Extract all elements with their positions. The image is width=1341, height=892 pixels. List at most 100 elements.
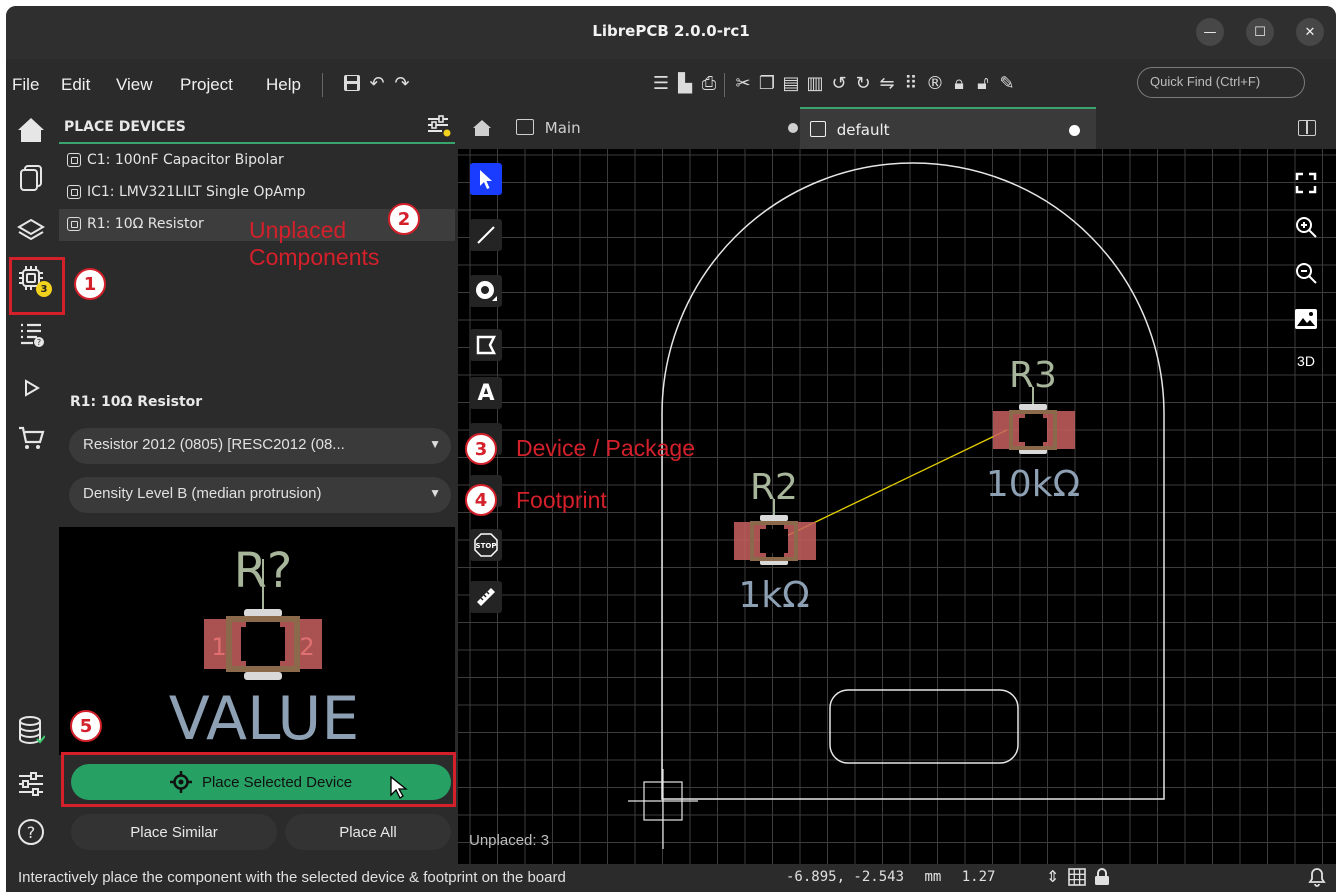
- rotate-ccw-icon[interactable]: ↺: [828, 73, 850, 95]
- editor-tab-bar: Main default: [458, 107, 1336, 149]
- cart-icon[interactable]: [14, 421, 48, 455]
- rule-check-list-icon[interactable]: ?: [14, 317, 48, 351]
- place-all-button[interactable]: Place All: [285, 814, 451, 850]
- annotation-text-3: Device / Package: [516, 435, 695, 461]
- export-image-icon[interactable]: [1292, 305, 1320, 333]
- add-via-tool[interactable]: [470, 275, 502, 307]
- settings-sliders-icon[interactable]: ☰: [650, 73, 672, 95]
- coordinate-values: -6.895, -2.543: [786, 869, 905, 885]
- close-button[interactable]: ✕: [1296, 18, 1324, 46]
- minimize-button[interactable]: —: [1196, 18, 1224, 46]
- add-text-tool[interactable]: A: [470, 377, 502, 409]
- lock-icon[interactable]: 🔒︎: [948, 73, 970, 95]
- select-tool[interactable]: [470, 163, 502, 195]
- r3-footprint: R3 10kΩ: [986, 355, 1080, 505]
- copy-icon[interactable]: ❐: [756, 73, 778, 95]
- reset-texts-icon[interactable]: ®: [924, 73, 946, 95]
- board-cutout: [829, 689, 1019, 764]
- zoom-out-icon[interactable]: [1292, 259, 1320, 287]
- grid-toggle-icon[interactable]: [1068, 868, 1086, 886]
- tab-main[interactable]: Main: [506, 107, 798, 149]
- r3-value: 10kΩ: [986, 464, 1080, 505]
- annotation-marker-4: 4: [465, 484, 497, 516]
- home-icon[interactable]: [14, 113, 48, 147]
- unlock-icon[interactable]: 🔓︎: [972, 73, 994, 95]
- place-all-label: Place All: [339, 823, 397, 841]
- edit-properties-icon[interactable]: ✎: [996, 73, 1018, 95]
- menu-edit[interactable]: Edit: [61, 75, 90, 95]
- sheets-icon[interactable]: [14, 161, 48, 195]
- delete-icon[interactable]: ▥: [804, 73, 826, 95]
- annotation-text-4: Footprint: [516, 487, 607, 513]
- menu-project[interactable]: Project: [180, 75, 233, 95]
- layers-icon[interactable]: [14, 213, 48, 247]
- device-package-select[interactable]: Resistor 2012 (0805) [RESC2012 (08... ▼: [69, 428, 451, 464]
- annotation-text-2: Unplaced Components: [249, 217, 380, 270]
- redo-icon[interactable]: ↷: [391, 73, 413, 95]
- annotation-box-1: [9, 257, 65, 315]
- tab-default[interactable]: default: [800, 107, 1096, 149]
- home-icon[interactable]: [472, 119, 492, 137]
- r2-footprint: R2 1kΩ: [734, 467, 816, 616]
- place-similar-label: Place Similar: [130, 823, 218, 841]
- maximize-button[interactable]: ☐: [1246, 18, 1274, 46]
- status-bar: Interactively place the component with t…: [6, 864, 1336, 892]
- svg-text:?: ?: [27, 823, 36, 842]
- cut-icon[interactable]: ✂: [732, 73, 754, 95]
- library-database-icon[interactable]: [14, 713, 48, 747]
- measure-ruler-icon[interactable]: [470, 581, 502, 613]
- coordinate-unit: mm: [924, 869, 942, 885]
- undo-icon[interactable]: ↶: [366, 73, 388, 95]
- app-window: LibrePCB 2.0.0-rc1 — ☐ ✕ File Edit View …: [6, 6, 1336, 892]
- footprint-select[interactable]: Density Level B (median protrusion) ▼: [69, 477, 451, 513]
- rotate-cw-icon[interactable]: ↻: [852, 73, 874, 95]
- run-play-icon[interactable]: [14, 371, 48, 405]
- toolbar-separator: [322, 73, 323, 97]
- fullscreen-icon[interactable]: [1292, 169, 1320, 197]
- view-3d-button[interactable]: 3D: [1292, 347, 1320, 375]
- component-icon: [67, 217, 81, 231]
- unplaced-counter: Unplaced: 3: [469, 832, 550, 849]
- help-icon[interactable]: ?: [14, 815, 48, 849]
- component-icon: [67, 185, 81, 199]
- list-item[interactable]: C1: 100nF Capacitor Bipolar: [59, 145, 455, 177]
- snap-to-grid-icon[interactable]: ⠿: [900, 73, 922, 95]
- component-label: C1: 100nF Capacitor Bipolar: [87, 152, 284, 168]
- annotation-box-5: [61, 752, 456, 807]
- selected-component-title: R1: 10Ω Resistor: [70, 394, 203, 410]
- panel-accent-line: [59, 142, 455, 144]
- component-icon: [67, 153, 81, 167]
- draw-trace-tool[interactable]: [470, 219, 502, 251]
- footprint-value: Density Level B (median protrusion): [83, 485, 322, 502]
- svg-text:STOP: STOP: [476, 542, 497, 550]
- quick-find-input[interactable]: Quick Find (Ctrl+F): [1137, 67, 1305, 98]
- print-icon[interactable]: ⎙: [698, 73, 720, 95]
- panel-title: PLACE DEVICES: [64, 119, 186, 135]
- lock-icon[interactable]: [1094, 868, 1112, 886]
- stop-icon[interactable]: STOP: [470, 529, 502, 561]
- save-icon[interactable]: [341, 73, 363, 95]
- export-pdf-icon[interactable]: ▙: [674, 73, 696, 95]
- mirror-icon[interactable]: ⇋: [876, 73, 898, 95]
- cursor-coordinates: -6.895, -2.543 mm 1.27: [786, 869, 995, 885]
- side-icon-bar: 3 ? ?: [6, 107, 56, 864]
- grid-interval: 1.27: [961, 869, 996, 885]
- status-message: Interactively place the component with t…: [18, 869, 566, 886]
- device-package-value: Resistor 2012 (0805) [RESC2012 (08...: [83, 436, 345, 453]
- notification-bell-icon[interactable]: [1308, 867, 1328, 887]
- panel-settings-icon[interactable]: [427, 115, 451, 137]
- paste-icon[interactable]: ▤: [780, 73, 802, 95]
- menu-view[interactable]: View: [116, 75, 153, 95]
- settings-sliders-icon[interactable]: [14, 767, 48, 801]
- grid-interval-stepper-icon[interactable]: ⇕: [1046, 867, 1059, 886]
- pad-2-label: 2: [299, 633, 314, 661]
- zoom-in-icon[interactable]: [1292, 213, 1320, 241]
- draw-plane-tool[interactable]: [470, 329, 502, 361]
- window-title: LibrePCB 2.0.0-rc1: [592, 22, 750, 40]
- place-similar-button[interactable]: Place Similar: [71, 814, 277, 850]
- menu-file[interactable]: File: [12, 75, 39, 95]
- split-view-icon[interactable]: [1298, 120, 1316, 136]
- menu-help[interactable]: Help: [266, 75, 301, 95]
- toolbar-separator: [724, 73, 725, 97]
- tab-main-label: Main: [544, 119, 581, 137]
